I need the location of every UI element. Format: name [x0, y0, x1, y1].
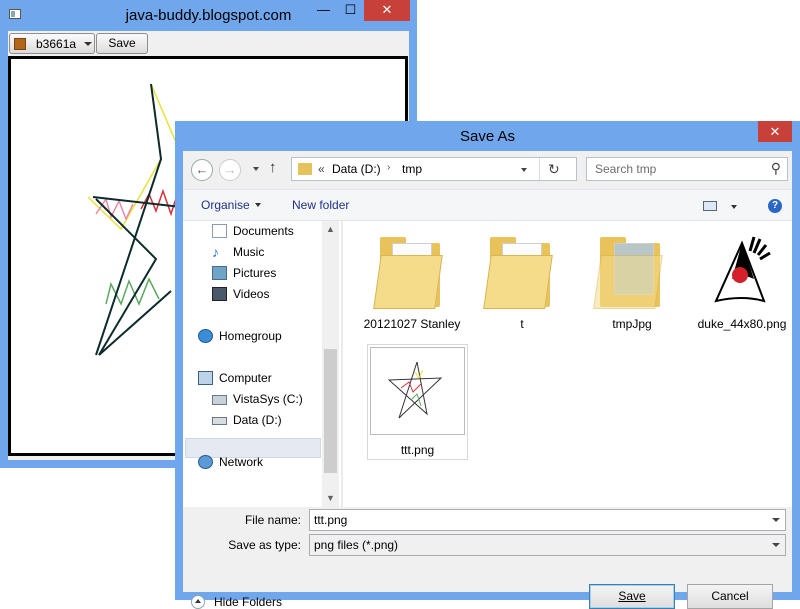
- duke-thumbnail: [702, 229, 782, 313]
- file-name: tmpJpg: [612, 317, 652, 331]
- file-name-field[interactable]: ttt.png: [309, 509, 786, 531]
- star-thumbnail-icon: [387, 361, 443, 419]
- chevron-down-icon: [84, 42, 92, 46]
- file-name-label: File name:: [244, 513, 301, 527]
- file-item-duke-png[interactable]: duke_44x80.png: [687, 221, 797, 341]
- app-save-button[interactable]: Save: [96, 33, 148, 54]
- breadcrumb-tmp[interactable]: tmp: [402, 162, 422, 176]
- address-dropdown-icon[interactable]: [521, 168, 527, 172]
- folder-icon: [592, 229, 672, 313]
- dialog-toolbar: Organise New folder ?: [183, 189, 792, 221]
- up-level-button[interactable]: ↑: [269, 159, 277, 176]
- file-list: 20121027 Stanley t tmpJpg duke_44x80.png…: [343, 221, 792, 507]
- nav-label: Data (D:): [233, 413, 282, 427]
- save-as-dialog: Save As ✕ ← → ↑ « Data (D:) › tmp ↻ Sear…: [175, 121, 800, 609]
- folder-front: [483, 255, 553, 309]
- save-button-label: Save: [618, 589, 646, 603]
- save-button[interactable]: Save: [589, 584, 675, 609]
- new-folder-button[interactable]: New folder: [292, 198, 349, 212]
- nav-label: Music: [233, 245, 265, 259]
- network-icon: [198, 455, 213, 469]
- breadcrumb-separator-icon[interactable]: ›: [387, 162, 390, 173]
- nav-scrollbar[interactable]: ▲ ▼: [322, 221, 339, 507]
- scroll-down-icon[interactable]: ▼: [326, 493, 335, 503]
- refresh-icon[interactable]: ↻: [548, 161, 560, 178]
- homegroup-icon: [198, 329, 213, 343]
- nav-label: Computer: [219, 371, 272, 385]
- ttt-thumbnail: [370, 347, 465, 435]
- scrollbar-thumb[interactable]: [324, 349, 337, 473]
- help-icon[interactable]: ?: [768, 199, 782, 213]
- search-placeholder: Search tmp: [595, 162, 657, 176]
- search-icon[interactable]: ⚲: [771, 160, 781, 177]
- forward-button[interactable]: →: [219, 159, 241, 181]
- breadcrumb-overflow[interactable]: «: [318, 162, 325, 176]
- folder-front: [373, 255, 443, 309]
- scroll-up-icon[interactable]: ▲: [326, 224, 335, 234]
- save-type-label: Save as type:: [228, 538, 301, 552]
- recent-locations-dropdown[interactable]: [253, 167, 259, 171]
- music-icon: ♪: [212, 244, 219, 260]
- dialog-title-bar[interactable]: Save As ✕: [175, 121, 800, 151]
- app-title-bar[interactable]: java-buddy.blogspot.com — ☐ ✕: [0, 0, 417, 32]
- color-swatch: [14, 38, 26, 50]
- nav-label: VistaSys (C:): [233, 392, 303, 406]
- back-button[interactable]: ←: [191, 159, 213, 181]
- address-bar[interactable]: « Data (D:) › tmp ↻: [291, 157, 577, 181]
- minimize-button[interactable]: —: [310, 0, 337, 21]
- dialog-bottom: File name: ttt.png Save as type: png fil…: [183, 507, 792, 592]
- navigation-pane: Documents ♪ Music Pictures Videos Homegr…: [183, 221, 341, 507]
- view-options-dropdown[interactable]: [731, 205, 737, 209]
- file-item-folder-20121027-stanley[interactable]: 20121027 Stanley: [357, 221, 467, 341]
- file-item-ttt-png[interactable]: ttt.png: [367, 344, 468, 460]
- collapse-up-icon: [191, 595, 205, 609]
- dialog-body: ← → ↑ « Data (D:) › tmp ↻ Search tmp ⚲ O…: [183, 151, 792, 609]
- dialog-close-button[interactable]: ✕: [758, 121, 792, 142]
- nav-label: Pictures: [233, 266, 277, 280]
- nav-label: Videos: [233, 287, 270, 301]
- nav-label: Documents: [233, 224, 294, 238]
- organise-label: Organise: [201, 198, 250, 212]
- address-divider: [539, 158, 540, 180]
- cancel-button[interactable]: Cancel: [687, 584, 773, 609]
- computer-icon: [198, 371, 213, 385]
- chevron-down-icon[interactable]: [772, 543, 780, 547]
- file-item-folder-tmpjpg[interactable]: tmpJpg: [577, 221, 687, 341]
- change-view-icon[interactable]: [703, 201, 717, 211]
- folder-front: [593, 255, 663, 309]
- nav-label: Homegroup: [219, 329, 282, 343]
- chevron-down-icon[interactable]: [772, 518, 780, 522]
- maximize-button[interactable]: ☐: [337, 0, 364, 21]
- videos-icon: [212, 287, 227, 301]
- folder-icon: [372, 229, 452, 313]
- app-close-button[interactable]: ✕: [364, 0, 410, 21]
- color-picker-value: b3661a: [36, 37, 77, 51]
- save-type-value: png files (*.png): [314, 538, 399, 552]
- file-name: duke_44x80.png: [697, 317, 787, 331]
- drive-icon: [212, 417, 227, 425]
- save-type-select[interactable]: png files (*.png): [309, 534, 786, 556]
- search-box[interactable]: Search tmp ⚲: [586, 157, 788, 181]
- organise-menu[interactable]: Organise: [201, 198, 261, 212]
- documents-icon: [212, 224, 227, 238]
- file-name-value: ttt.png: [314, 513, 348, 527]
- file-name: t: [520, 317, 524, 331]
- hide-folders-label: Hide Folders: [214, 595, 283, 609]
- file-name: ttt.png: [400, 443, 435, 457]
- file-name: 20121027 Stanley: [363, 317, 461, 331]
- folder-icon: [298, 163, 312, 175]
- nav-label: Network: [219, 455, 264, 469]
- chevron-down-icon: [254, 203, 261, 207]
- pictures-icon: [212, 266, 227, 280]
- file-item-folder-t[interactable]: t: [467, 221, 577, 341]
- folder-icon: [482, 229, 562, 313]
- duke-mascot-icon: [714, 236, 771, 303]
- drive-icon: [212, 395, 227, 405]
- color-picker[interactable]: b3661a: [9, 33, 95, 54]
- breadcrumb-data[interactable]: Data (D:): [332, 162, 381, 176]
- dialog-title: Save As: [459, 128, 516, 145]
